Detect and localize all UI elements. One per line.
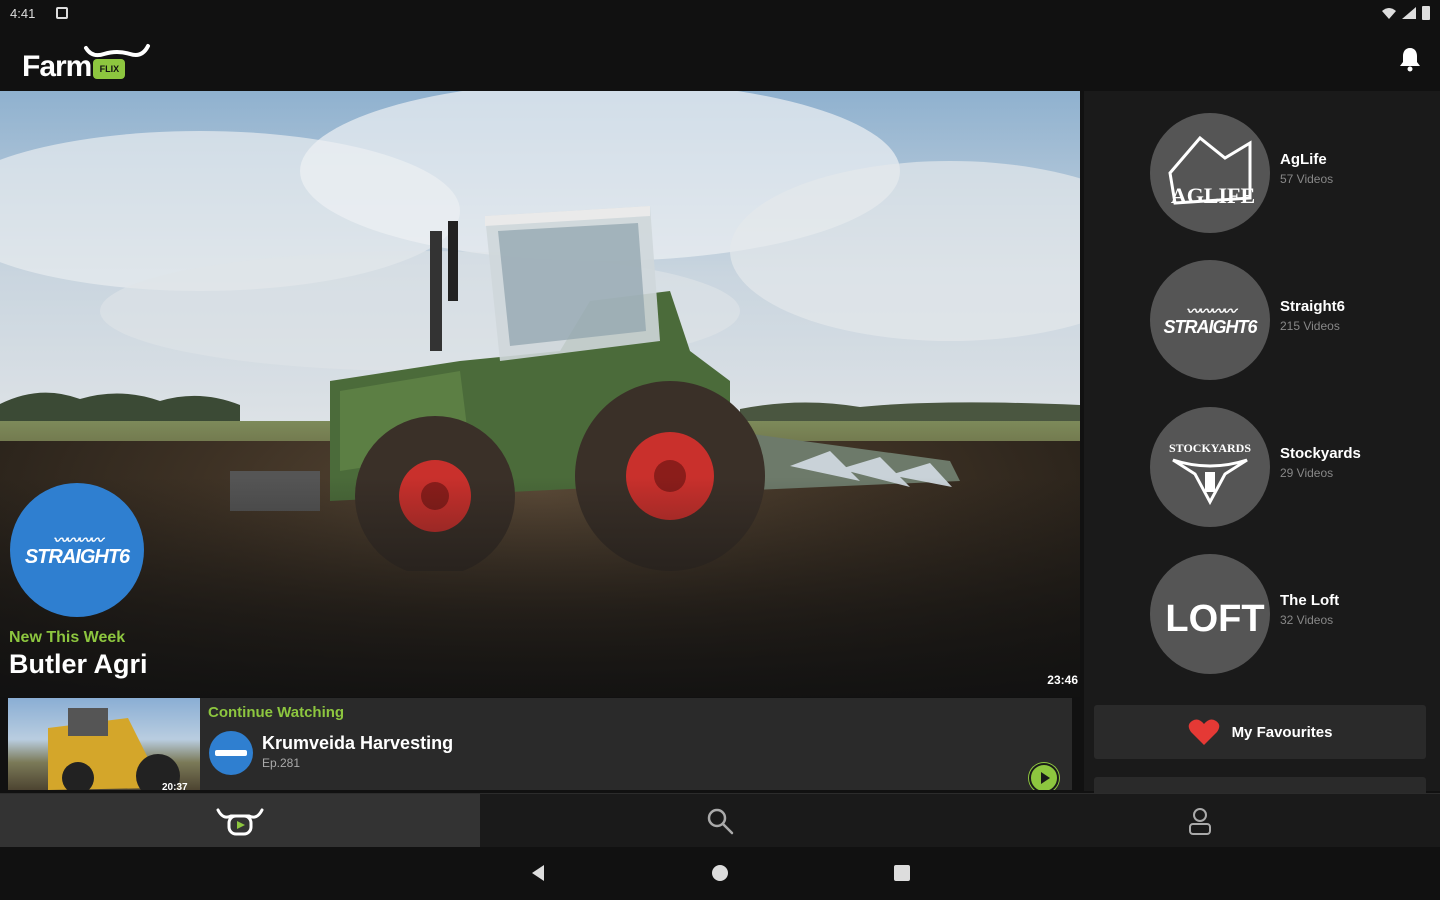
channel-video-count: 29 Videos — [1280, 466, 1334, 480]
continue-watching-card[interactable]: 20:37 Continue Watching Krumveida Harves… — [8, 698, 1072, 790]
continue-watching-title: Krumveida Harvesting — [262, 733, 454, 753]
recents-icon[interactable] — [892, 863, 912, 883]
my-favourites-button[interactable]: My Favourites — [1094, 705, 1426, 759]
logo-badge: FLIX — [93, 59, 126, 79]
nav-tab-search[interactable] — [480, 794, 960, 848]
nav-tab-home[interactable] — [0, 794, 480, 848]
farmflix-logo[interactable]: Farm FLIX — [22, 38, 150, 83]
channel-video-count: 57 Videos — [1280, 172, 1334, 186]
channel-video-count: 215 Videos — [1280, 319, 1340, 333]
straight6-logo: 〰〰〰〰 STRAIGHT6 — [1163, 303, 1257, 337]
channel-name: AgLife — [1280, 151, 1327, 168]
channel-item-the-loft[interactable]: LOFT The Loft 32 Videos — [1150, 554, 1430, 674]
search-icon — [707, 808, 734, 835]
logo-text: Farm — [22, 50, 92, 83]
signal-icon — [1402, 7, 1416, 19]
stockyards-logo: STOCKYARDS — [1169, 441, 1251, 506]
back-icon[interactable] — [528, 863, 548, 883]
wifi-icon — [1382, 8, 1396, 19]
straight6-logo: 〰〰〰〰 STRAIGHT6 — [24, 532, 130, 568]
channel-name: Straight6 — [1280, 298, 1346, 315]
channel-name: The Loft — [1280, 592, 1340, 609]
hero-gradient — [0, 477, 1080, 697]
play-icon — [1029, 763, 1059, 790]
bell-icon[interactable] — [1398, 46, 1422, 72]
channel-video-count: 32 Videos — [1280, 613, 1334, 627]
status-indicators — [1382, 6, 1430, 20]
notification-icon — [56, 7, 68, 19]
bottom-nav — [0, 793, 1440, 848]
svg-text:STOCKYARDS: STOCKYARDS — [1169, 441, 1251, 455]
continue-watching-thumbnail: 20:37 — [8, 698, 200, 790]
channel-logo: LOFT — [1150, 554, 1270, 674]
farmflix-icon — [216, 808, 264, 836]
hero-banner[interactable]: 〰〰〰〰 STRAIGHT6 New This Week Butler Agri… — [0, 91, 1080, 697]
continue-watching-label: Continue Watching — [208, 704, 345, 721]
channel-item-aglife[interactable]: AGLIFE AgLife 57 Videos — [1150, 113, 1430, 233]
channel-name: Stockyards — [1280, 445, 1361, 462]
status-bar: 4:41 — [0, 0, 1440, 28]
channel-logo: AGLIFE — [1150, 113, 1270, 233]
harvester-image — [48, 708, 180, 790]
horns-icon — [84, 44, 150, 58]
status-time: 4:41 — [10, 6, 36, 21]
battery-icon — [1422, 6, 1430, 20]
aglife-logo: AGLIFE — [1168, 135, 1255, 208]
system-navigation-bar — [0, 847, 1440, 900]
my-favourites-label: My Favourites — [1231, 723, 1333, 741]
channel-logo: 〰〰〰〰 STRAIGHT6 — [1150, 260, 1270, 380]
hero-channel-logo[interactable]: 〰〰〰〰 STRAIGHT6 — [10, 483, 144, 617]
channel-item-stockyards[interactable]: STOCKYARDS Stockyards 29 Videos — [1150, 407, 1430, 527]
hero-title: Butler Agri — [9, 649, 148, 679]
home-icon[interactable] — [710, 863, 730, 883]
profile-icon — [1189, 808, 1211, 835]
heart-icon — [1188, 719, 1219, 745]
channel-list: AGLIFE AgLife 57 Videos 〰〰〰〰 STRAIGHT6 S… — [1084, 91, 1440, 797]
svg-text:LOFT: LOFT — [1165, 598, 1264, 640]
continue-watching-episode: Ep.281 — [262, 756, 301, 770]
straight6-icon — [215, 750, 247, 756]
play-button[interactable] — [1028, 762, 1060, 790]
loft-logo: LOFT — [1165, 598, 1264, 640]
thumbnail-duration: 20:37 — [162, 782, 188, 790]
nav-tab-profile[interactable] — [960, 794, 1440, 848]
channel-avatar — [209, 731, 253, 775]
app-bar: Farm FLIX — [0, 28, 1440, 90]
channel-logo: STOCKYARDS — [1150, 407, 1270, 527]
channel-item-straight6[interactable]: 〰〰〰〰 STRAIGHT6 Straight6 215 Videos — [1150, 260, 1430, 380]
hero-tag: New This Week — [9, 629, 126, 646]
hero-duration: 23:46 — [1047, 673, 1078, 687]
svg-text:AGLIFE: AGLIFE — [1171, 183, 1255, 208]
